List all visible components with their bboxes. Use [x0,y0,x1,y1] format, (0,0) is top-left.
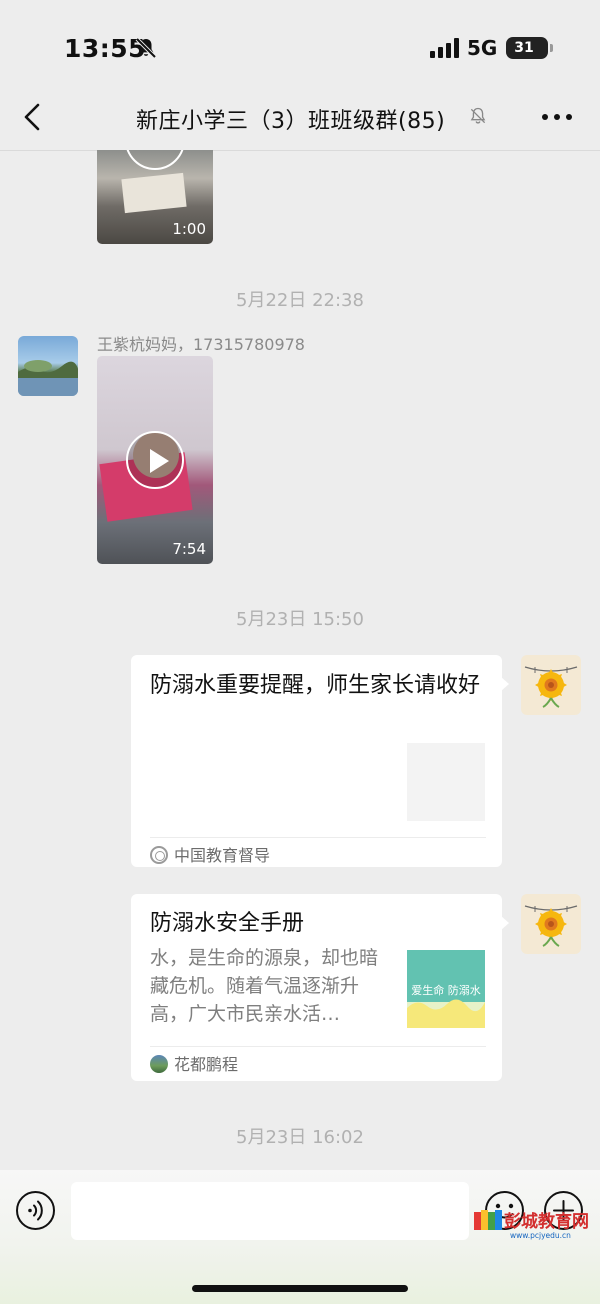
sunflower-icon [524,666,578,708]
back-button[interactable] [16,100,50,134]
link-card[interactable]: 防溺水重要提醒，师生家长请收好 中国教育督导 [131,655,509,867]
link-card-title: 防溺水安全手册 [150,911,305,936]
svg-text:www.pcjyedu.cn: www.pcjyedu.cn [510,1231,571,1240]
more-button[interactable] [540,106,574,128]
svg-text:彭城教育网: 彭城教育网 [504,1211,589,1232]
avatar[interactable] [521,894,581,954]
link-card-source: 花都鹏程 [150,1051,238,1075]
message-timestamp: 5月22日 22:38 [236,290,364,311]
message-timestamp: 5月23日 15:50 [236,609,364,630]
battery-icon: 31 [506,37,553,59]
video-message[interactable]: 1:00 [97,150,213,244]
source-logo-icon [150,846,168,864]
chat-title: 新庄小学三（3）班班级群(85) [136,109,446,134]
video-duration: 1:00 [172,220,206,238]
battery-level: 31 [514,40,534,56]
video-message[interactable]: 7:54 [97,356,213,564]
message-input[interactable] [71,1182,469,1240]
play-icon [125,150,185,170]
sunflower-icon [524,905,578,947]
thumbnail-caption: 爱生命 防溺水 [411,983,481,997]
link-card[interactable]: 防溺水安全手册 水，是生命的源泉，却也暗藏危机。随着气温逐渐升高，广大市民亲水活… [131,894,509,1081]
play-icon [126,431,184,489]
sender-name: 王紫杭妈妈，17315780978 [97,335,305,354]
link-card-source: 中国教育督导 [150,842,270,866]
avatar[interactable] [521,655,581,715]
cellular-signal-icon [430,38,459,58]
voice-button[interactable] [15,1190,56,1231]
link-card-title: 防溺水重要提醒，师生家长请收好 [150,673,481,698]
voice-icon [16,1191,55,1230]
link-card-thumbnail [407,743,485,821]
message-timestamp: 5月23日 16:02 [236,1127,364,1148]
source-logo-icon [150,1055,168,1073]
card-divider [150,837,486,838]
ellipsis-icon [542,114,572,120]
card-divider [150,1046,486,1047]
bell-slash-icon [470,107,486,124]
video-duration: 7:54 [172,540,206,558]
source-name: 花都鹏程 [174,1055,239,1074]
source-name: 中国教育督导 [174,846,271,865]
link-card-thumbnail: 爱生命 防溺水 [407,950,485,1028]
link-card-description: 水，是生命的源泉，却也暗藏危机。随着气温逐渐升高，广大市民亲水活… [150,947,379,1025]
watermark-logo: 彭城教育网 www.pcjyedu.cn [474,1210,589,1240]
bell-slash-icon [135,37,157,59]
avatar[interactable] [18,336,78,396]
nav-divider [0,150,600,151]
network-type: 5G [467,36,498,60]
home-indicator [192,1285,408,1292]
chevron-left-icon [24,103,40,131]
